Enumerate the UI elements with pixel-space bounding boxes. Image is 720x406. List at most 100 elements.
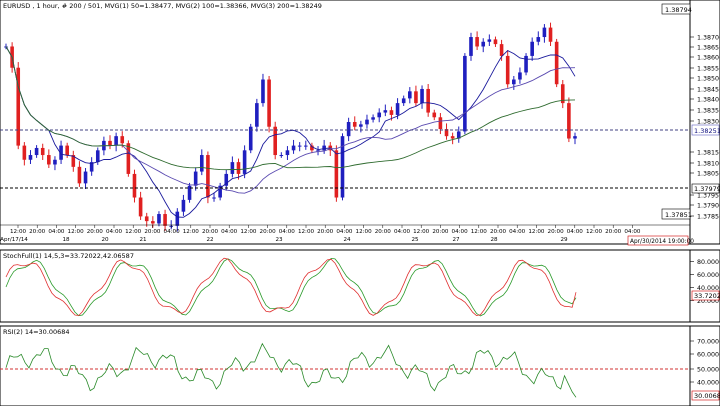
candle-body	[383, 110, 388, 113]
price-tick-label: 1.37850	[697, 214, 720, 221]
candle-body	[53, 159, 57, 165]
candle-body	[469, 37, 473, 56]
time-tick-label: 04:00	[452, 229, 469, 235]
date-label: 18	[62, 237, 70, 243]
price-panel[interactable]	[0, 0, 720, 245]
date-label: 24	[343, 237, 351, 243]
candle-body	[426, 88, 430, 113]
stoch-tick-label: 60.000000	[697, 272, 720, 279]
candle-body	[359, 124, 363, 127]
candle-body	[371, 117, 375, 120]
candle-body	[365, 119, 369, 125]
cursor-date-text: Apr/30/2014 19:00:00	[630, 239, 694, 245]
candle-body	[65, 145, 69, 156]
time-tick-label: 04:00	[106, 229, 123, 235]
candle-body	[212, 197, 216, 199]
price-tick-label: 1.38550	[697, 66, 720, 73]
candle-body	[151, 221, 155, 224]
price-tick-label: 1.38150	[697, 150, 720, 157]
candle-body	[512, 79, 516, 85]
candle-body	[438, 117, 443, 130]
candle-body	[236, 162, 241, 174]
rsi-current-text: 30.00684	[694, 392, 720, 400]
candle-body	[518, 72, 522, 80]
date-label: 28	[490, 237, 498, 243]
candle-body	[414, 91, 418, 104]
time-tick-label: 04:00	[48, 229, 65, 235]
time-tick-label: 04:00	[624, 229, 641, 235]
candle-body	[261, 79, 265, 104]
rsi-panel-header: RSI(2) 14=30.00684	[3, 328, 70, 336]
time-tick-label: 12:00	[240, 229, 257, 235]
price-tick-label: 1.38350	[697, 108, 720, 115]
rsi-tick-label: 70.000000	[697, 339, 720, 346]
date-label: 23	[275, 237, 283, 243]
candle-body	[432, 112, 437, 118]
candle-body	[120, 136, 125, 144]
time-tick-label: 12:00	[298, 229, 315, 235]
current-price-marker-text: 1.38251	[694, 127, 720, 135]
price-tick-label: 1.37950	[697, 193, 720, 200]
time-tick-label: 04:00	[509, 229, 526, 235]
rsi-tick-label: 60.000000	[697, 352, 720, 359]
candle-body	[524, 55, 528, 73]
level-price-marker-text: 1.37979	[694, 185, 720, 193]
candle-body	[334, 150, 339, 198]
candle-body	[169, 225, 173, 227]
time-tick-label: 04:00	[336, 229, 353, 235]
candle-body	[138, 197, 143, 217]
candle-body	[554, 41, 559, 85]
candle-body	[420, 88, 424, 104]
candle-body	[108, 140, 112, 146]
candle-body	[34, 147, 39, 156]
candle-body	[255, 103, 259, 127]
price-tick-label: 1.38700	[697, 35, 720, 42]
rsi-tick-label: 40.000000	[697, 380, 720, 387]
date-label: 27	[452, 237, 460, 243]
candle-body	[22, 145, 27, 160]
time-tick-label: 12:00	[183, 229, 200, 235]
candle-body	[450, 136, 455, 139]
price-tick-label: 1.38650	[697, 45, 720, 52]
candle-body	[206, 155, 210, 198]
candle-body	[499, 44, 504, 56]
price-panel-header: EURUSD , 1 hour, # 200 / 501, MVG(1) 50=…	[3, 2, 322, 10]
time-tick-label: 12:00	[586, 229, 603, 235]
time-tick-label: 20:00	[317, 229, 334, 235]
rsi-tick-label: 50.000000	[697, 367, 720, 374]
time-tick-label: 04:00	[221, 229, 238, 235]
candle-body	[463, 55, 467, 132]
price-tick-label: 1.38600	[697, 55, 720, 62]
time-tick-label: 20:00	[260, 229, 277, 235]
candle-body	[114, 136, 118, 146]
date-label: 29	[560, 237, 568, 243]
candle-body	[285, 150, 290, 156]
time-tick-label: 20:00	[375, 229, 392, 235]
candle-body	[157, 214, 161, 224]
candle-body	[126, 143, 131, 174]
candle-body	[303, 145, 308, 147]
candle-body	[181, 199, 186, 212]
candle-body	[377, 112, 382, 118]
candle-body	[273, 126, 278, 156]
time-tick-label: 12:00	[125, 229, 142, 235]
time-tick-label: 20:00	[202, 229, 219, 235]
stoch-current-text: 33.72022	[694, 292, 720, 300]
candle-body	[199, 155, 204, 172]
candle-body	[389, 110, 394, 115]
candle-body	[83, 171, 88, 184]
stoch-panel[interactable]	[0, 249, 720, 323]
candle-body	[279, 155, 284, 157]
time-tick-label: 12:00	[68, 229, 85, 235]
time-tick-label: 12:00	[471, 229, 488, 235]
time-tick-label: 20:00	[490, 229, 507, 235]
time-tick-label: 20:00	[29, 229, 46, 235]
time-tick-label: 04:00	[394, 229, 411, 235]
price-tick-label: 1.38450	[697, 87, 720, 94]
candle-body	[505, 55, 510, 85]
stoch-panel-header: StochFull(1) 14,5,3=33.72022,42.06587	[3, 252, 134, 260]
time-tick-label: 20:00	[87, 229, 104, 235]
time-tick-label: 04:00	[164, 229, 181, 235]
candle-body	[352, 122, 357, 127]
time-tick-label: 12:00	[10, 229, 27, 235]
